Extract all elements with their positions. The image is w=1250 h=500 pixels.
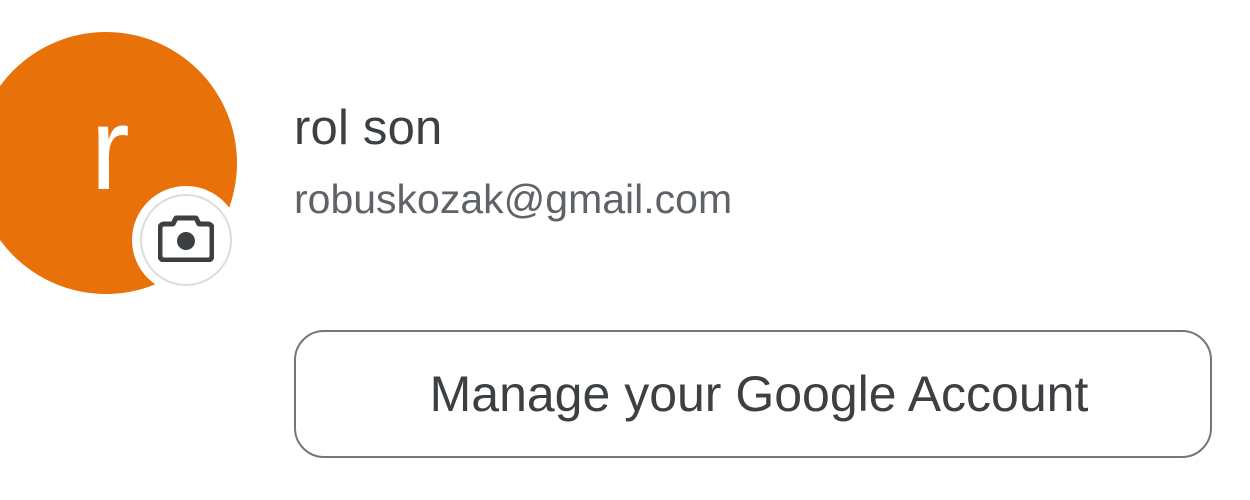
- account-email: robuskozak@gmail.com: [294, 176, 733, 222]
- account-card: r rol son robuskozak@gmail.com Manage yo…: [0, 0, 1250, 500]
- account-name: rol son: [294, 101, 443, 155]
- avatar-initial: r: [90, 83, 130, 215]
- camera-icon: [157, 214, 215, 267]
- manage-google-account-button[interactable]: Manage your Google Account: [294, 330, 1212, 458]
- change-photo-button[interactable]: [132, 186, 240, 294]
- change-photo-ring: [140, 194, 232, 286]
